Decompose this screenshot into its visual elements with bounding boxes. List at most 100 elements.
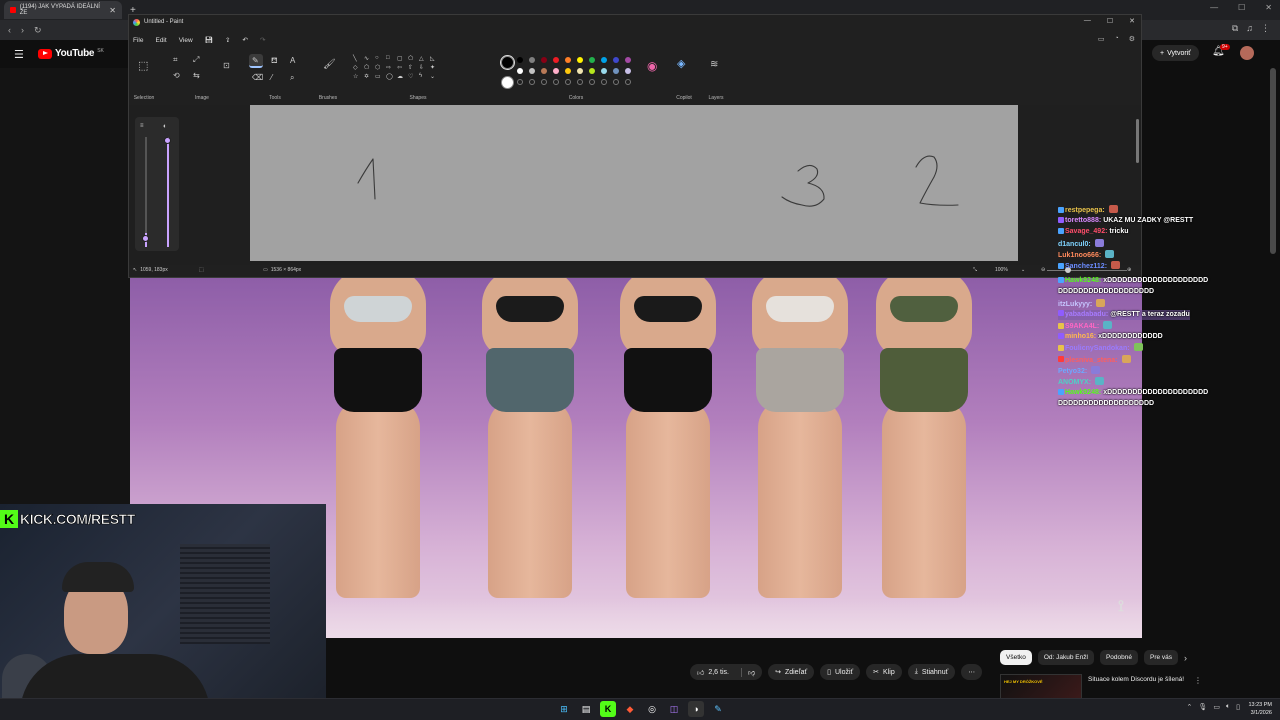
color-wheel-icon[interactable]: ◉ [647,59,657,73]
selection-icon[interactable]: ⬚ [138,59,148,72]
zoom-out-icon[interactable]: ⊖ [1041,267,1045,273]
star5-icon[interactable]: ☆ [353,73,362,80]
palette-color-0-2[interactable] [541,57,547,63]
chip-for-you[interactable]: Pre vás [1143,650,1179,665]
line-shape-icon[interactable]: ╲ [353,55,362,62]
recommended-menu-icon[interactable]: ⋮ [1194,676,1202,685]
arrow-left-icon[interactable]: ⇦ [397,64,406,71]
paint-vertical-scrollbar[interactable] [1136,119,1139,163]
rounded-rect-icon[interactable]: ▢ [397,55,406,62]
callout-oval-icon[interactable]: ◯ [386,73,395,80]
palette-color-1-4[interactable] [565,68,571,74]
palette-color-1-2[interactable] [541,68,547,74]
chrome-icon[interactable]: ◎ [644,701,660,717]
reload-icon[interactable]: ↻ [34,25,42,36]
account-icon[interactable]: ◔ [1114,35,1118,43]
brave-icon[interactable]: ◆ [622,701,638,717]
palette-custom-slot-5[interactable] [577,79,583,85]
palette-color-1-0[interactable] [517,68,523,74]
chip-all[interactable]: Všetko [1000,650,1032,665]
zoom-dropdown-icon[interactable]: ⌄ [1021,267,1025,273]
download-button[interactable]: ⤓ Stiahnuť [907,664,956,680]
chip-related[interactable]: Podobné [1099,650,1138,665]
recommended-title[interactable]: Situace kolem Discordu je šílená! [1088,675,1188,684]
palette-custom-slot-4[interactable] [565,79,571,85]
menu-edit[interactable]: Edit [155,37,166,44]
twitch-icon[interactable]: ◫ [666,701,682,717]
zoom-level[interactable]: 100% [995,267,1008,273]
palette-custom-slot-2[interactable] [541,79,547,85]
oval-shape-icon[interactable]: ○ [375,55,384,62]
zoom-in-icon[interactable]: ⊕ [1127,267,1131,273]
text-tool-icon[interactable]: A [290,56,295,65]
secondary-color[interactable] [501,76,514,89]
battery-icon[interactable]: ▯ [1236,703,1240,711]
palette-custom-slot-7[interactable] [601,79,607,85]
recommended-thumbnail[interactable]: HEJ MY DRÓŽKOVÉ [1000,674,1082,700]
pentagon-icon[interactable]: ⬠ [364,64,373,71]
palette-color-0-4[interactable] [565,57,571,63]
media-icon[interactable]: ♫ [1246,23,1253,34]
comment-icon[interactable]: ▭ [1098,35,1105,43]
forward-icon[interactable]: › [21,25,24,35]
heart-icon[interactable]: ♡ [408,73,417,80]
palette-color-1-3[interactable] [553,68,559,74]
lightning-icon[interactable]: ϟ [419,73,428,80]
extensions-icon[interactable]: ⧉ [1232,23,1238,34]
brush-icon[interactable]: 🖌︎ [323,59,336,70]
steam-icon[interactable]: ◑ [688,701,704,717]
arrow-down-icon[interactable]: ⇩ [419,64,428,71]
minimize-icon[interactable]: — [1210,3,1218,12]
eraser-icon[interactable]: ⌫ [252,73,263,82]
palette-color-0-5[interactable] [577,57,583,63]
palette-color-1-8[interactable] [613,68,619,74]
like-button[interactable]: 👍︎ 2,6 tis. 👎︎ [690,664,763,680]
maximize-icon[interactable]: ☐ [1238,3,1245,12]
create-button[interactable]: + Vytvoriť [1152,45,1199,61]
page-scrollbar[interactable] [1270,68,1276,254]
polygon-icon[interactable]: ⬠ [408,55,417,62]
palette-color-0-1[interactable] [529,57,535,63]
size-slider-track[interactable] [145,137,147,247]
more-actions-button[interactable]: ⋯ [961,664,983,680]
share-file-icon[interactable]: ⇪ [225,36,230,44]
palette-color-1-6[interactable] [589,68,595,74]
hamburger-menu-icon[interactable]: ☰ [14,48,24,61]
rect-shape-icon[interactable]: □ [386,55,395,62]
primary-color[interactable] [500,55,515,70]
menu-view[interactable]: View [179,37,193,44]
menu-dots-icon[interactable]: ⋮ [1261,23,1270,34]
taskbar-clock[interactable]: 13:23 PM 3/1/2026 [1248,701,1272,717]
palette-color-0-6[interactable] [589,57,595,63]
kick-app-icon[interactable]: K [600,701,616,717]
palette-color-0-9[interactable] [625,57,631,63]
copilot-icon[interactable]: ◈ [677,57,685,70]
resize-icon[interactable]: ⤢ [193,55,199,65]
palette-color-1-9[interactable] [625,68,631,74]
palette-custom-slot-1[interactable] [529,79,535,85]
undo-icon[interactable]: ↶ [242,36,247,44]
palette-custom-slot-8[interactable] [613,79,619,85]
palette-color-0-8[interactable] [613,57,619,63]
diamond-icon[interactable]: ◇ [353,64,362,71]
palette-color-0-7[interactable] [601,57,607,63]
chevron-right-icon[interactable]: › [1184,653,1187,663]
arrow-up-icon[interactable]: ⇧ [408,64,417,71]
paint-maximize-icon[interactable]: ☐ [1107,17,1113,25]
fit-to-window-icon[interactable]: ⤡ [973,267,977,273]
palette-color-1-5[interactable] [577,68,583,74]
opacity-slider-knob[interactable] [164,137,171,144]
palette-color-0-3[interactable] [553,57,559,63]
palette-custom-slot-9[interactable] [625,79,631,85]
star4-icon[interactable]: ✦ [430,64,439,71]
start-icon[interactable]: ⊞ [556,701,572,717]
menu-file[interactable]: File [133,37,143,44]
right-triangle-icon[interactable]: ◺ [430,55,439,62]
palette-custom-slot-3[interactable] [553,79,559,85]
paint-minimize-icon[interactable]: — [1084,17,1091,25]
back-icon[interactable]: ‹ [8,25,11,35]
fill-icon[interactable]: ⛾ [271,56,278,66]
redo-icon[interactable]: ↷ [260,36,265,44]
hexagon-icon[interactable]: ⬡ [375,64,384,71]
tab-close-icon[interactable]: ✕ [109,6,116,15]
